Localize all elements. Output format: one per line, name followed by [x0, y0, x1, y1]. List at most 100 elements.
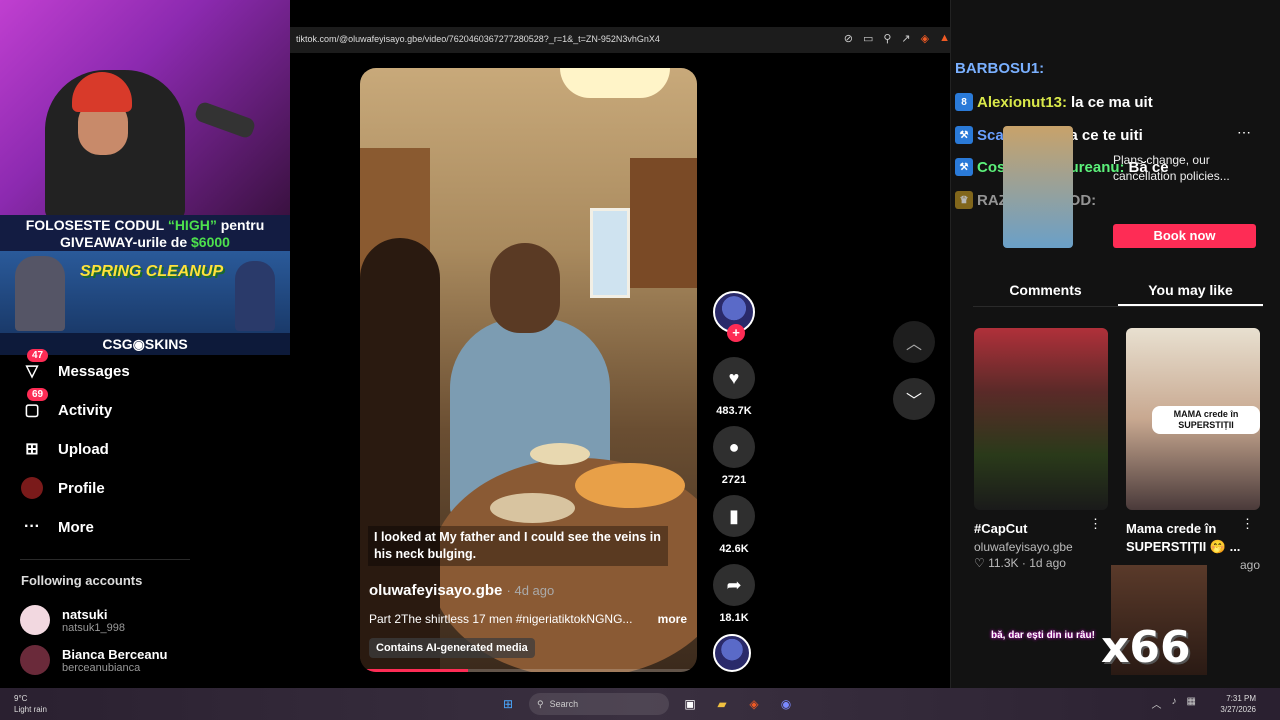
nav-label: Profile — [58, 479, 105, 497]
card-age: · 1d ago — [1021, 556, 1066, 570]
network-icon[interactable]: ▦ — [1187, 696, 1196, 711]
share-button[interactable]: ➦ 18.1K — [713, 564, 755, 624]
chat-line: BARBOSU1: — [955, 60, 1044, 77]
account-name: Bianca Berceanu — [62, 646, 168, 662]
more-link[interactable]: more — [658, 612, 687, 626]
save-button[interactable]: ▮ 42.6K — [713, 495, 755, 555]
cast-icon[interactable]: ▭ — [863, 32, 873, 45]
account-name: natsuki — [62, 606, 108, 622]
brave-icon[interactable]: ◈ — [743, 693, 765, 715]
chat-user: Alexionut13: — [977, 93, 1068, 111]
nav-activity[interactable]: ▢ 69 Activity — [20, 388, 112, 422]
brave-shield-icon[interactable]: ◈ — [921, 32, 929, 45]
file-explorer-icon[interactable]: ▰ — [711, 693, 733, 715]
right-panel: BARBOSU1: 8Alexionut13: la ce ma uit ⚒Sc… — [950, 0, 1280, 688]
video-progress[interactable] — [360, 669, 697, 672]
rewards-icon[interactable]: ▲ — [939, 32, 950, 45]
address-bar[interactable]: tiktok.com/@oluwafeyisayo.gbe/video/7620… — [290, 27, 950, 53]
scene-cabinet — [630, 158, 697, 288]
taskbar-search[interactable]: ⚲ Search — [529, 693, 669, 715]
account-handle: berceanubianca — [62, 661, 141, 674]
task-view-icon[interactable]: ▣ — [679, 693, 701, 715]
next-video-button[interactable]: ﹀ — [893, 378, 935, 420]
chevron-up-icon[interactable]: ︿ — [1152, 696, 1162, 711]
video-author-line[interactable]: oluwafeyisayo.gbe · 4d ago — [369, 582, 554, 599]
search-icon: ⚲ — [537, 698, 544, 709]
sound-avatar[interactable] — [713, 634, 755, 672]
creator-avatar[interactable]: + — [713, 291, 755, 342]
card-title: Mama crede în SUPERSTIȚII 🤭 ... — [1126, 521, 1241, 554]
nav-profile[interactable]: Profile — [20, 476, 105, 500]
scene-bowl — [575, 463, 685, 508]
search-label: Search — [549, 699, 579, 709]
card-more-icon[interactable]: ⋮ — [1241, 516, 1254, 532]
avatar — [20, 645, 50, 675]
ad-more-icon[interactable]: ⋯ — [1237, 124, 1251, 141]
badge-icon: 8 — [955, 93, 973, 111]
start-icon[interactable]: ⊞ — [497, 693, 519, 715]
like-button[interactable]: ♥ 483.7K — [713, 357, 755, 417]
tab-you-may-like[interactable]: You may like — [1118, 275, 1263, 306]
recommended-video-card[interactable]: MAMA crede în SUPERSTIȚII Mama crede în … — [1126, 328, 1260, 572]
weather-widget[interactable]: 9°C Light rain — [14, 693, 47, 715]
card-author[interactable]: oluwafeyisayo.gbe — [974, 540, 1108, 554]
comment-icon: ● — [713, 426, 755, 468]
following-account[interactable]: Bianca Berceanu berceanubianca — [20, 645, 168, 675]
video-progress-fill — [360, 669, 468, 672]
video-thumbnail[interactable]: MAMA crede în SUPERSTIȚII — [1126, 328, 1260, 510]
hammer-icon: ⚒ — [955, 126, 973, 144]
taskbar-apps: ⊞ ⚲ Search ▣ ▰ ◈ ◉ — [497, 693, 797, 715]
scene-lamp — [560, 68, 670, 98]
activity-badge: 69 — [27, 388, 49, 401]
system-tray: ︿ ♪ ▦ — [1152, 696, 1196, 711]
video-thumbnail[interactable] — [974, 328, 1108, 510]
share-count: 18.1K — [719, 612, 749, 624]
save-count: 42.6K — [719, 543, 749, 555]
scene-window — [590, 208, 630, 298]
tab-comments[interactable]: Comments — [973, 275, 1118, 306]
video-caption: I looked at My father and I could see th… — [368, 526, 668, 566]
crown-icon: ♛ — [955, 191, 973, 209]
nav-messages[interactable]: ▽ 47 Messages — [20, 349, 130, 383]
panel-tabs: Comments You may like — [973, 275, 1263, 307]
meme-counter: x66 — [1101, 622, 1191, 673]
no-tracking-icon[interactable]: ⊘ — [844, 32, 853, 45]
card-more-icon[interactable]: ⋮ — [1089, 516, 1102, 532]
share-arrow-icon: ➦ — [713, 564, 755, 606]
scene-bowl — [490, 493, 575, 523]
spring-cleanup-panel: SPRING CLEANUP — [0, 251, 290, 333]
volume-icon[interactable]: ♪ — [1172, 696, 1177, 711]
video-description: Part 2The shirtless 17 men #nigeriatikto… — [369, 612, 687, 626]
follow-plus-icon[interactable]: + — [727, 324, 745, 342]
recommended-video-card[interactable]: #CapCut oluwafeyisayo.gbe ♡ 11.3K · 1d a… — [974, 328, 1108, 570]
screen: FOLOSESTE CODUL “HIGH” pentru GIVEAWAY-u… — [0, 0, 1280, 720]
video-author[interactable]: oluwafeyisayo.gbe — [369, 582, 502, 599]
share-icon[interactable]: ↗ — [901, 32, 910, 45]
video-player[interactable]: I looked at My father and I could see th… — [360, 68, 697, 672]
nav-upload[interactable]: ⊞ Upload — [20, 437, 109, 461]
previous-video-button[interactable]: ︿ — [893, 321, 935, 363]
weather-temp: 9°C — [14, 694, 28, 703]
nav-more[interactable]: ··· More — [20, 515, 94, 539]
thumbnail-tag: MAMA crede în SUPERSTIȚII — [1152, 406, 1260, 434]
character-figure — [235, 261, 275, 331]
url-text[interactable]: tiktok.com/@oluwafeyisayo.gbe/video/7620… — [296, 34, 660, 44]
microphone — [193, 100, 257, 140]
comment-button[interactable]: ● 2721 — [713, 426, 755, 486]
clock[interactable]: 7:31 PM 3/27/2026 — [1220, 693, 1256, 715]
spring-cleanup-title: SPRING CLEANUP — [80, 263, 224, 280]
ad-banner[interactable]: ⋯ Plans change, our cancellation policie… — [1003, 120, 1261, 250]
address-bar-icons: ⊘ ▭ ⚲ ↗ ◈ ▲ — [844, 32, 950, 45]
character-figure — [15, 256, 65, 331]
book-now-button[interactable]: Book now — [1113, 224, 1256, 248]
scene-man-head — [490, 243, 560, 333]
following-account[interactable]: natsuki natsuk1_998 — [20, 605, 125, 635]
video-date: · 4d ago — [506, 583, 555, 598]
zoom-icon[interactable]: ⚲ — [883, 32, 891, 45]
upload-icon: ⊞ — [25, 441, 39, 458]
avatar — [20, 605, 50, 635]
discord-icon[interactable]: ◉ — [775, 693, 797, 715]
bookmark-icon: ▮ — [713, 495, 755, 537]
heart-icon: ♥ — [713, 357, 755, 399]
account-handle: natsuk1_998 — [62, 621, 125, 634]
